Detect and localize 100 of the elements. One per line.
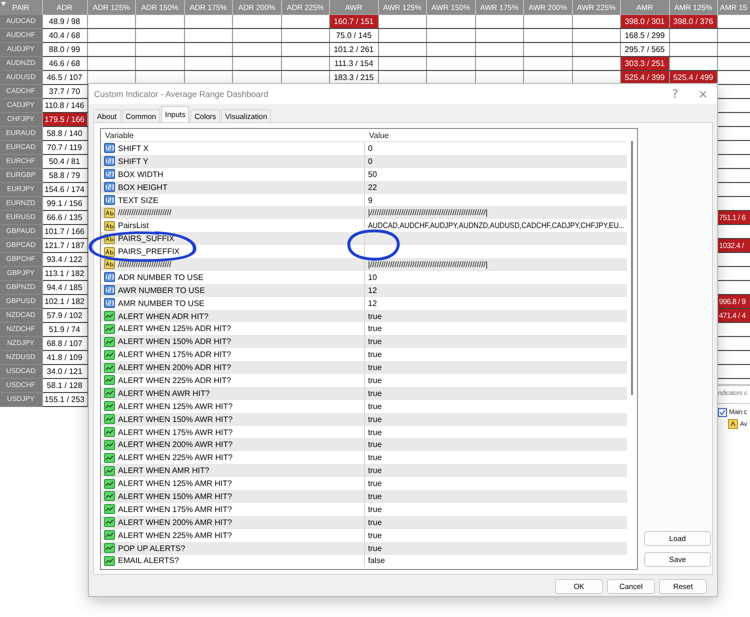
value-field[interactable]: 0 bbox=[365, 142, 627, 155]
value-field[interactable]: |////////////////////////////////////////////////////| bbox=[365, 258, 627, 271]
chart-icon bbox=[104, 517, 115, 528]
value-text: true bbox=[368, 376, 382, 385]
variable-name: ALERT WHEN ADR HIT? bbox=[118, 312, 208, 321]
value-field[interactable]: 50 bbox=[365, 168, 627, 181]
value-field[interactable]: 22 bbox=[365, 180, 627, 194]
text-icon bbox=[104, 259, 115, 270]
value-field[interactable]: true bbox=[365, 400, 627, 413]
variable-name: ALERT WHEN 175% ADR HIT? bbox=[118, 350, 232, 360]
range-cell: 121.7 / 187 bbox=[42, 238, 87, 252]
value-field[interactable]: true bbox=[365, 528, 627, 542]
range-cell: 58.8 / 140 bbox=[42, 126, 87, 140]
range-cell: 160.7 / 151 bbox=[330, 14, 378, 28]
value-text: true bbox=[368, 453, 382, 462]
value-field[interactable]: true bbox=[365, 386, 627, 400]
variable-name: ADR NUMBER TO USE bbox=[118, 272, 204, 282]
range-cell: 48.9 / 98 bbox=[42, 14, 87, 28]
chart-icon bbox=[104, 336, 115, 347]
range-cell: 295.7 / 565 bbox=[620, 42, 669, 56]
value-field[interactable]: true bbox=[365, 490, 627, 503]
value-text: true bbox=[368, 479, 382, 488]
variable-name: POP UP ALERTS? bbox=[118, 544, 186, 553]
value-text: 12 bbox=[368, 298, 377, 308]
value-text: true bbox=[368, 350, 382, 360]
variable-name: ALERT WHEN 150% AMR HIT? bbox=[118, 492, 232, 501]
range-cell: 40.4 / 68 bbox=[42, 28, 87, 42]
chart-icon bbox=[104, 452, 115, 463]
value-text: 22 bbox=[368, 182, 377, 192]
variable-name: AMR NUMBER TO USE bbox=[118, 298, 204, 308]
range-cell: 93.4 / 122 bbox=[42, 252, 87, 266]
value-text: true bbox=[368, 440, 382, 450]
range-cell: 46.6 / 68 bbox=[42, 56, 87, 70]
value-field[interactable]: true bbox=[365, 412, 627, 426]
value-field[interactable]: true bbox=[365, 451, 627, 464]
value-field[interactable]: 12 bbox=[365, 296, 627, 310]
variable-name: ALERT WHEN 200% ADR HIT? bbox=[118, 363, 232, 372]
value-field[interactable]: true bbox=[365, 542, 627, 554]
value-field[interactable]: true bbox=[365, 516, 627, 529]
checkbox-icon[interactable] bbox=[718, 408, 727, 417]
value-field[interactable]: true bbox=[365, 374, 627, 387]
variable-name: ALERT WHEN 225% AWR HIT? bbox=[118, 453, 233, 462]
range-cell: 70.7 / 119 bbox=[42, 140, 87, 154]
range-cell: 51.9 / 74 bbox=[42, 322, 87, 336]
scrollbar-thumb[interactable] bbox=[631, 141, 633, 395]
value-field[interactable]: |////////////////////////////////////////////////////| bbox=[365, 206, 627, 220]
value-field[interactable]: true bbox=[365, 426, 627, 438]
variable-name: PairsList bbox=[118, 221, 149, 230]
range-cell: 34.0 / 121 bbox=[42, 364, 87, 378]
value-field[interactable]: true bbox=[365, 464, 627, 478]
variable-name: ALERT WHEN AWR HIT? bbox=[118, 388, 210, 398]
value-field[interactable]: 0 bbox=[365, 154, 627, 168]
value-field[interactable]: true bbox=[365, 502, 627, 516]
variable-name: PAIRS_PREFFIX bbox=[118, 247, 180, 256]
value-field[interactable]: true bbox=[365, 335, 627, 348]
text-icon bbox=[104, 208, 115, 218]
range-cell: 101.2 / 261 bbox=[330, 42, 378, 56]
variable-name: ALERT WHEN 225% ADR HIT? bbox=[118, 376, 232, 385]
range-cell: 50.4 / 81 bbox=[42, 154, 87, 168]
window-title: Custom Indicator - Average Range Dashboard bbox=[94, 89, 270, 99]
chart-icon bbox=[104, 543, 115, 554]
value-field[interactable]: true bbox=[365, 322, 627, 336]
value-field[interactable]: true bbox=[365, 310, 627, 322]
chart-icon bbox=[104, 466, 115, 476]
value-field[interactable]: 10 bbox=[365, 270, 627, 284]
value-text: 0 bbox=[368, 156, 372, 166]
value-text: true bbox=[368, 402, 382, 411]
value-text: AUDCAD,AUDCHF,AUDJPY,AUDNZD,AUDUSD,CADCHF,CADJPY,CHFJPY,EU... bbox=[368, 221, 625, 230]
range-cell: 66.6 / 135 bbox=[42, 210, 87, 224]
range-cell: 46.5 / 107 bbox=[42, 70, 87, 84]
value-field[interactable]: 9 bbox=[365, 194, 627, 206]
range-cell: 58.1 / 128 bbox=[42, 378, 87, 392]
value-field[interactable]: AUDCAD,AUDCHF,AUDJPY,AUDNZD,AUDUSD,CADCHF,CADJPY,CHFJPY,EU... bbox=[365, 219, 627, 232]
range-cell: 94.4 / 185 bbox=[42, 280, 87, 294]
variable-name: ALERT WHEN AMR HIT? bbox=[118, 466, 210, 476]
value-text: true bbox=[368, 388, 382, 398]
value-field[interactable]: 12 bbox=[365, 284, 627, 297]
chart-icon bbox=[104, 375, 115, 386]
variable-name: PAIRS_SUFFIX bbox=[118, 234, 174, 244]
column-header: Variable bbox=[104, 130, 135, 140]
variable-name: EMAIL ALERTS? bbox=[118, 556, 179, 566]
value-field[interactable]: true bbox=[365, 438, 627, 452]
variable-name: ALERT WHEN 150% AWR HIT? bbox=[118, 414, 233, 424]
value-text: true bbox=[368, 312, 382, 321]
range-cell: 398.0 / 301 bbox=[620, 14, 669, 28]
variable-name: BOX HEIGHT bbox=[118, 182, 168, 192]
variable-name: ALERT WHEN 150% ADR HIT? bbox=[118, 337, 232, 346]
value-field[interactable]: true bbox=[365, 361, 627, 374]
column-header: Value bbox=[368, 130, 389, 140]
chart-icon bbox=[104, 362, 115, 373]
value-text: 12 bbox=[368, 286, 377, 295]
value-text: 0 bbox=[368, 144, 372, 153]
value-text: |////////////////////////////////////////////////////| bbox=[368, 208, 488, 218]
value-field[interactable]: false bbox=[365, 554, 627, 568]
value-field[interactable]: true bbox=[365, 348, 627, 362]
chart-icon bbox=[104, 427, 115, 438]
value-text: true bbox=[368, 337, 382, 346]
value-text: true bbox=[368, 324, 382, 334]
value-text: false bbox=[368, 556, 385, 566]
value-field[interactable]: true bbox=[365, 477, 627, 490]
